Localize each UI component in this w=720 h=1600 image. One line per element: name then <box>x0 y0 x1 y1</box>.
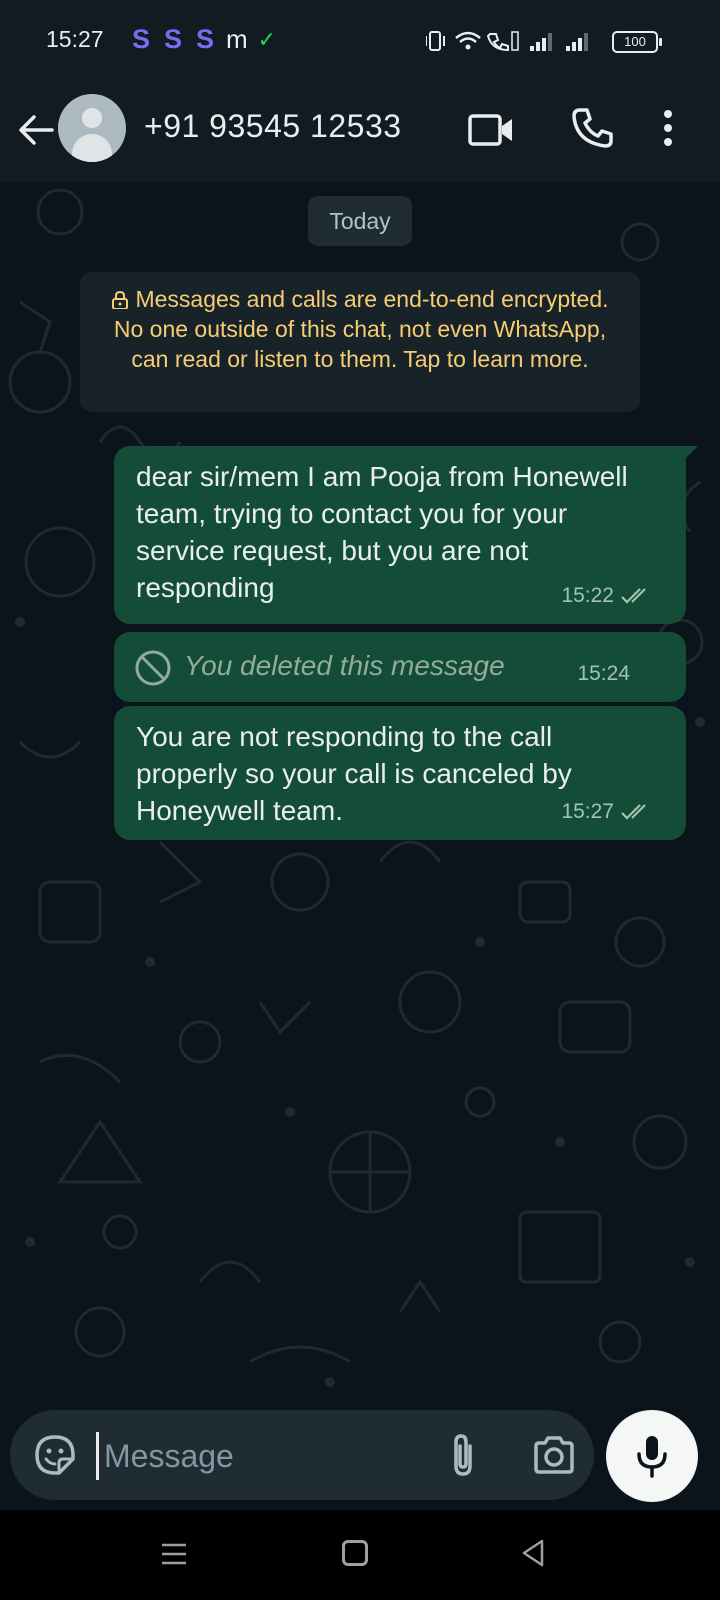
deleted-message[interactable]: You deleted this message 15:24 <box>114 632 686 702</box>
camera-icon[interactable] <box>532 1434 576 1476</box>
lock-icon <box>112 291 129 309</box>
status-bar: 15:27 S S S m ✓ 100 <box>0 0 720 82</box>
message-time: 15:24 <box>577 662 630 685</box>
encryption-notice[interactable]: Messages and calls are end-to-end encryp… <box>80 272 640 412</box>
system-navigation-bar <box>0 1510 720 1600</box>
microphone-icon <box>637 1436 667 1478</box>
message-input[interactable] <box>102 1430 436 1482</box>
voice-call-icon[interactable] <box>570 106 614 150</box>
app-notification-icon: S <box>131 24 150 54</box>
home-icon[interactable] <box>342 1540 368 1566</box>
message-composer <box>10 1410 594 1500</box>
more-options-icon[interactable] <box>658 108 678 152</box>
message-meta: 15:27 <box>561 793 654 830</box>
encryption-notice-text: Messages and calls are end-to-end encryp… <box>113 286 609 372</box>
chat-header: +91 93545 12533 <box>0 82 720 182</box>
system-status-icons <box>426 31 588 52</box>
read-ticks-icon <box>621 803 646 820</box>
date-chip: Today <box>308 196 412 246</box>
deleted-message-icon <box>135 650 171 686</box>
recent-apps-icon[interactable] <box>160 1540 188 1568</box>
message-time: 15:27 <box>561 800 614 823</box>
video-call-icon[interactable] <box>468 110 516 150</box>
voice-message-button[interactable] <box>606 1410 698 1502</box>
attach-icon[interactable] <box>448 1432 478 1478</box>
contact-avatar[interactable] <box>58 94 126 162</box>
outgoing-message[interactable]: You are not responding to the call prope… <box>114 706 686 840</box>
app-notification-icon: S <box>195 24 214 54</box>
notification-icons: S S S m ✓ <box>130 24 276 55</box>
check-notification-icon: ✓ <box>257 26 277 52</box>
app-notification-icon: S <box>163 24 182 54</box>
contact-name[interactable]: +91 93545 12533 <box>144 108 402 145</box>
outgoing-message[interactable]: dear sir/mem I am Pooja from Honewell te… <box>114 446 698 624</box>
battery-icon: 100 <box>612 31 662 53</box>
read-ticks-icon <box>621 587 646 604</box>
message-meta: 15:22 <box>561 577 654 614</box>
deleted-message-text: You deleted this message <box>184 650 505 681</box>
message-time: 15:22 <box>561 584 614 607</box>
nav-back-icon[interactable] <box>520 1538 546 1568</box>
app-notification-icon: m <box>226 24 248 54</box>
status-time: 15:27 <box>46 26 104 52</box>
text-cursor <box>96 1432 99 1480</box>
sticker-emoji-icon[interactable] <box>34 1434 76 1476</box>
back-arrow-icon[interactable] <box>14 108 58 152</box>
chat-area[interactable]: Today Messages and calls are end-to-end … <box>0 182 720 1404</box>
